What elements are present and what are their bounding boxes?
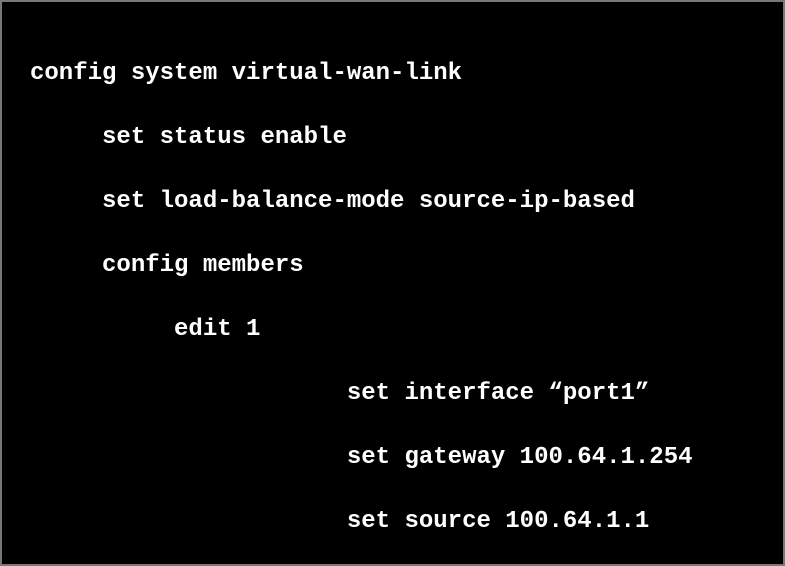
cli-line: set gateway 100.64.1.254 — [30, 442, 773, 474]
cli-line: set status enable — [30, 122, 773, 154]
cli-line: edit 1 — [30, 314, 773, 346]
cli-line: set interface “port1” — [30, 378, 773, 410]
cli-line: set source 100.64.1.1 — [30, 506, 773, 538]
cli-line: config system virtual-wan-link — [30, 58, 773, 90]
cli-line: set load-balance-mode source-ip-based — [30, 186, 773, 218]
cli-output: config system virtual-wan-link set statu… — [0, 0, 785, 566]
cli-line: config members — [30, 250, 773, 282]
